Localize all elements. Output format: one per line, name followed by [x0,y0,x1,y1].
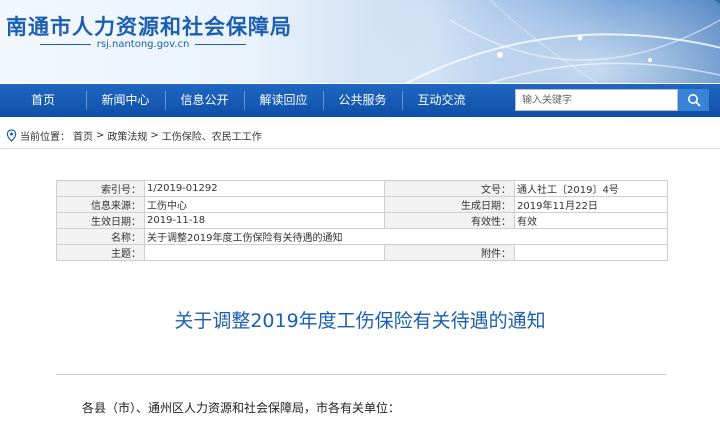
nav-item-info-disclosure[interactable]: 信息公开 [165,84,244,117]
article-title: 关于调整2019年度工伤保险有关待遇的通知 [174,310,546,332]
breadcrumb-home[interactable]: 首页 [73,128,93,143]
table-row: 信息来源： 工伤中心 生成日期： 2019年11月22日 [56,196,668,213]
breadcrumb-label: 当前位置： [20,131,70,143]
name-value: 关于调整2019年度工伤保险有关待遇的通知 [144,228,668,245]
validity-value: 有效 [514,212,668,229]
breadcrumb: 当前位置： 首页 > 政策法规 > 工伤保险、农民工工作 [6,127,262,143]
globe-decoration-icon [360,0,720,83]
doc-no-value: 通人社工〔2019〕4号 [514,180,668,197]
site-url-text: rsj.nantong.gov.cn [96,39,190,50]
attachment-label: 附件： [384,244,515,261]
table-row: 索引号： 1/2019-01292 文号： 通人社工〔2019〕4号 [56,180,668,197]
nav-item-interpretation[interactable]: 解读回应 [244,84,323,117]
breadcrumb-current[interactable]: 工伤保险、农民工工作 [162,128,262,143]
subject-label: 主题： [56,244,145,261]
table-row: 主题： 附件： [56,244,668,261]
nav-item-interaction[interactable]: 互动交流 [402,84,481,117]
breadcrumb-policy[interactable]: 政策法规 [107,128,147,143]
index-no-value: 1/2019-01292 [144,180,385,197]
search-input[interactable] [515,89,678,111]
subject-value [144,244,385,261]
search-box [515,89,709,111]
index-no-label: 索引号： [56,180,145,197]
table-row: 名称： 关于调整2019年度工伤保险有关待遇的通知 [56,228,668,245]
table-row: 生效日期： 2019-11-18 有效性： 有效 [56,212,668,229]
document-meta-table: 索引号： 1/2019-01292 文号： 通人社工〔2019〕4号 信息来源：… [56,180,668,261]
nav-item-home[interactable]: 首页 [0,84,86,117]
attachment-value [514,244,668,261]
effective-date-label: 生效日期： [56,212,145,229]
site-banner: 南通市人力资源和社会保障局 rsj.nantong.gov.cn [0,0,720,83]
created-date-value: 2019年11月22日 [514,196,668,213]
breadcrumb-separator: > [150,129,159,141]
nav-item-news[interactable]: 新闻中心 [86,84,165,117]
site-title[interactable]: 南通市人力资源和社会保障局 [6,11,292,41]
doc-no-label: 文号： [384,180,515,197]
breadcrumb-divider [0,148,720,149]
article-salutation: 各县（市）、通州区人力资源和社会保障局，市各有关单位： [82,401,401,415]
location-pin-icon [6,128,17,142]
nav-item-public-service[interactable]: 公共服务 [323,84,402,117]
created-date-label: 生成日期： [384,196,515,213]
url-rule-right [195,44,247,45]
article-divider [56,374,667,375]
search-icon [687,94,700,107]
breadcrumb-separator: > [96,129,105,141]
search-button[interactable] [678,89,709,111]
name-label: 名称： [56,228,145,245]
url-rule-left [40,44,91,45]
effective-date-value: 2019-11-18 [144,212,385,229]
site-url: rsj.nantong.gov.cn [40,39,247,50]
validity-label: 有效性： [384,212,515,229]
source-value: 工伤中心 [144,196,385,213]
source-label: 信息来源： [56,196,145,213]
